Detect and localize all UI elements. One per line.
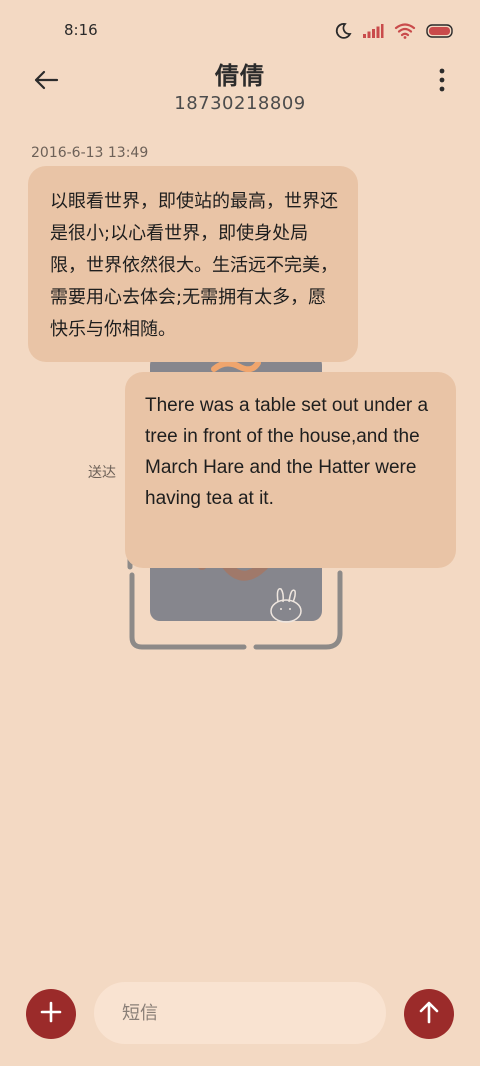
incoming-message-text: 以眼看世界，即使站的最高，世界还是很小;以心看世界，即使身处局限，世界依然很大。… xyxy=(50,191,338,340)
outgoing-message-text: There was a table set out under a tree i… xyxy=(145,395,429,509)
outgoing-message-bubble[interactable]: There was a table set out under a tree i… xyxy=(125,372,456,568)
add-attachment-button[interactable] xyxy=(26,989,76,1039)
arrow-up-icon xyxy=(418,1000,440,1028)
contact-title-block: 倩倩 18730218809 xyxy=(0,56,480,114)
message-timestamp: 2016-6-13 13:49 xyxy=(31,145,149,161)
plus-icon xyxy=(40,1001,62,1027)
status-bar: 8:16 xyxy=(0,0,480,60)
more-options-button[interactable] xyxy=(434,66,450,98)
incoming-message-bubble[interactable]: 以眼看世界，即使站的最高，世界还是很小;以心看世界，即使身处局限，世界依然很大。… xyxy=(28,166,358,362)
status-icons xyxy=(334,20,454,42)
message-composer xyxy=(0,980,480,1048)
sms-input[interactable] xyxy=(94,982,386,1044)
status-time: 8:16 xyxy=(64,21,98,39)
conversation-header: 倩倩 18730218809 xyxy=(0,52,480,116)
moon-icon xyxy=(334,22,352,40)
contact-number: 18730218809 xyxy=(174,93,306,114)
wifi-icon xyxy=(394,23,416,39)
battery-icon xyxy=(426,24,454,38)
send-button[interactable] xyxy=(404,989,454,1039)
contact-name: 倩倩 xyxy=(215,62,265,90)
more-vertical-icon xyxy=(439,68,445,96)
delivery-status: 送达 xyxy=(88,465,116,481)
signal-icon xyxy=(362,23,384,39)
